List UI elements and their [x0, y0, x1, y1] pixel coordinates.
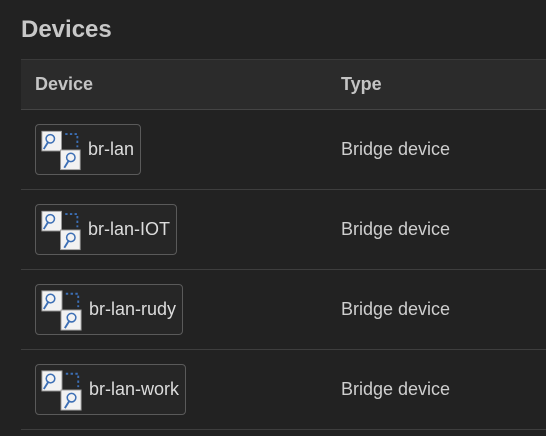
device-name: br-lan-work — [88, 379, 179, 399]
bridge-icon — [41, 369, 82, 411]
device-type: Bridge device — [341, 219, 451, 239]
devices-table: Device Type br-lan Bridge device br-lan-… — [21, 59, 546, 430]
device-badge[interactable]: br-lan-work — [35, 364, 186, 415]
table-row: br-lan-IOT Bridge device — [21, 190, 546, 270]
column-header-device: Device — [35, 74, 94, 94]
bridge-icon — [41, 289, 82, 331]
device-type: Bridge device — [341, 299, 451, 319]
table-row: br-lan-rudy Bridge device — [21, 270, 546, 350]
device-badge[interactable]: br-lan-rudy — [35, 284, 183, 335]
device-type: Bridge device — [341, 139, 451, 159]
devices-page: Devices Device Type br-lan Bridge device — [0, 0, 546, 436]
table-header: Device Type — [21, 59, 546, 110]
device-name: br-lan — [87, 139, 134, 159]
device-badge[interactable]: br-lan — [35, 124, 141, 175]
device-name: br-lan-rudy — [88, 299, 176, 319]
device-type: Bridge device — [341, 379, 451, 399]
device-name: br-lan-IOT — [87, 219, 170, 239]
column-header-type: Type — [341, 74, 382, 94]
page-title: Devices — [21, 16, 112, 43]
table-row: br-lan-work Bridge device — [21, 350, 546, 430]
bridge-icon — [41, 130, 81, 170]
device-badge[interactable]: br-lan-IOT — [35, 204, 177, 255]
table-row: br-lan Bridge device — [21, 110, 546, 190]
bridge-icon — [41, 210, 81, 250]
